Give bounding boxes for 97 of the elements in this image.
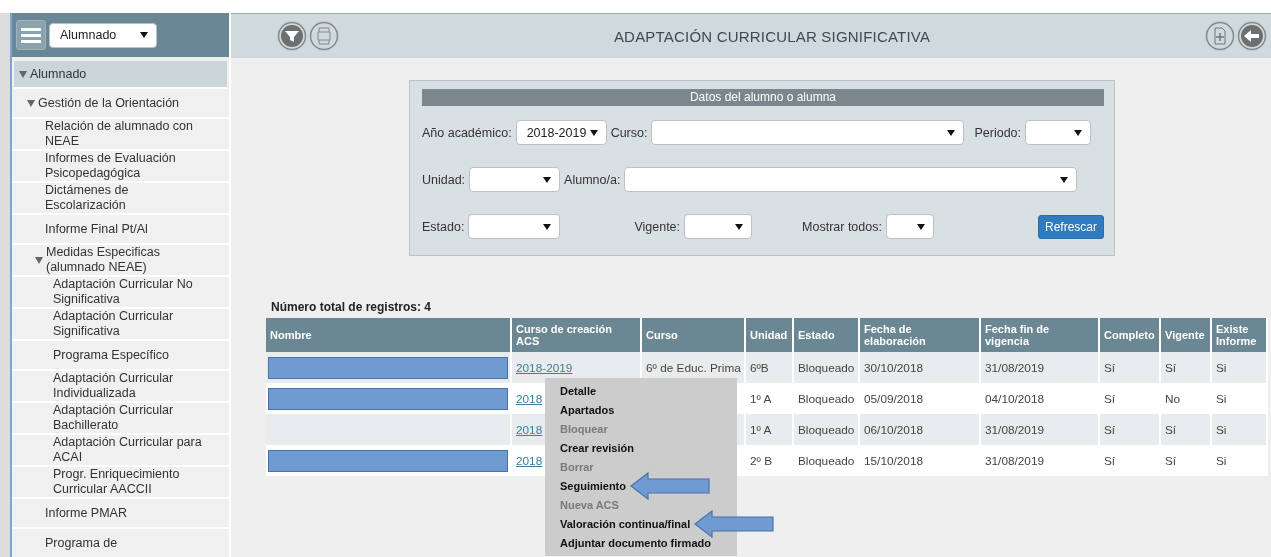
table-cell: 1º A (750, 422, 772, 437)
caret-icon (543, 223, 552, 230)
menu-item[interactable]: Seguimiento (560, 479, 626, 492)
table-cell: Bloqueado (798, 453, 855, 468)
caret-icon (735, 223, 744, 230)
table-cell: 6º de Educ. Prima (646, 360, 741, 375)
table-cell: 31/08/2019 (985, 422, 1045, 437)
sidebar-item[interactable]: Gestión de la Orientación (38, 95, 213, 111)
dropdown[interactable] (651, 120, 965, 145)
column-header: Nombre (266, 318, 511, 352)
field-label: Vigente: (634, 219, 681, 234)
table-cell: Si (1216, 360, 1227, 375)
table-cell: Sí (1165, 360, 1177, 375)
sidebar-item[interactable]: Dictámenes de Escolarización (45, 183, 195, 213)
sidebar-item[interactable]: Adaptación Curricular Significativa (53, 309, 203, 339)
dropdown[interactable] (1025, 120, 1092, 145)
dropdown[interactable]: Alumnado (49, 22, 157, 48)
sidebar-item[interactable]: Medidas Especificas (alumnado NEAE) (46, 245, 196, 275)
column-header: Fecha fin de vigencia (980, 318, 1099, 352)
table-cell: Bloqueado (798, 391, 855, 406)
table-cell: Bloqueado (798, 360, 855, 375)
course-link[interactable]: 2018 (516, 391, 543, 406)
caret-icon (1060, 176, 1069, 183)
caret-icon (589, 129, 598, 136)
column-header: Unidad (745, 318, 793, 352)
sidebar-item[interactable]: Adaptación Curricular No Significativa (53, 277, 203, 307)
column-header: Vigente (1160, 318, 1211, 352)
table-cell: 06/10/2018 (864, 422, 924, 437)
table-cell: Sí (1104, 391, 1116, 406)
sidebar-item[interactable]: Adaptación Curricular Bachillerato (53, 403, 203, 433)
caret-icon (916, 223, 925, 230)
field-label: Alumno/a: (564, 172, 621, 187)
dropdown[interactable]: 2018-2019 (515, 120, 607, 145)
menu-button[interactable] (16, 20, 46, 50)
column-header: Curso de creación ACS (511, 318, 641, 352)
column-header: Estado (793, 318, 859, 352)
table-cell: 15/10/2018 (864, 453, 924, 468)
menu-item[interactable]: Detalle (560, 384, 597, 397)
table-cell: Sí (1104, 453, 1116, 468)
caret-icon (947, 129, 956, 136)
column-header: Fecha de elaboración (859, 318, 980, 352)
field-label: Año académico: (422, 125, 512, 140)
sidebar-item[interactable]: Adaptación Curricular para ACAI (53, 435, 203, 465)
table-cell: Sí (1165, 453, 1177, 468)
sidebar-item[interactable]: Informe PMAR (45, 505, 195, 521)
dropdown[interactable] (624, 167, 1078, 192)
sidebar-item[interactable]: Adaptación Curricular Individualizada (53, 371, 203, 401)
table-cell: Sí (1104, 360, 1116, 375)
sidebar-item[interactable]: Programa Específico (53, 347, 203, 363)
table-cell: 05/09/2018 (864, 391, 924, 406)
dropdown[interactable] (684, 214, 753, 239)
caret-icon (543, 176, 552, 183)
table-cell: No (1165, 391, 1181, 406)
sidebar-item[interactable]: Informe Final Pt/Al (45, 221, 195, 237)
table-cell: Si (1216, 391, 1227, 406)
menu-item[interactable]: Apartados (560, 403, 615, 416)
menu-item[interactable]: Crear revisión (560, 441, 634, 454)
column-header: Existe Informe (1211, 318, 1267, 352)
table-cell: Sí (1104, 422, 1116, 437)
dropdown[interactable] (468, 214, 561, 239)
menu-item[interactable]: Adjuntar documento firmado (560, 536, 711, 549)
table-cell: 04/10/2018 (985, 391, 1045, 406)
menu-item[interactable]: Valoración continua/final (560, 517, 691, 530)
table-cell: Si (1216, 453, 1227, 468)
field-label: Unidad: (422, 172, 466, 187)
table-cell: 31/08/2019 (985, 360, 1045, 375)
course-link[interactable]: 2018 (516, 422, 543, 437)
column-header: Completo (1099, 318, 1160, 352)
course-link[interactable]: 2018 (516, 453, 543, 468)
field-label: Periodo: (974, 125, 1022, 140)
table-cell: Sí (1165, 422, 1177, 437)
page-title: ADAPTACIÓN CURRICULAR SIGNIFICATIVA (612, 27, 932, 45)
table-cell: Si (1216, 422, 1227, 437)
caret-icon (1074, 129, 1083, 136)
refresh-button[interactable]: Refrescar (1038, 214, 1104, 239)
sidebar-item[interactable]: Informes de Evaluación Psicopedagógica (45, 151, 195, 181)
table-cell: 2º B (750, 453, 772, 468)
table-cell: Bloqueado (798, 422, 855, 437)
record-count: Número total de registros: 4 (271, 300, 433, 314)
field-label: Estado: (422, 219, 465, 234)
table-cell: 1º A (750, 391, 772, 406)
panel-header: Datos del alumno o alumna (422, 89, 1104, 106)
document-icon[interactable] (309, 21, 339, 51)
caret-icon (140, 32, 148, 38)
field-label: Curso: (610, 125, 648, 140)
table-cell: 30/10/2018 (864, 360, 924, 375)
field-label: Mostrar todos: (802, 219, 882, 234)
sidebar-item[interactable]: Progr. Enriquecimiento Curricular AACCII (53, 467, 203, 497)
sidebar-item[interactable]: Programa de (45, 535, 195, 551)
dropdown[interactable] (469, 167, 561, 192)
filter-icon[interactable] (277, 21, 307, 51)
new-document-icon[interactable] (1205, 21, 1235, 51)
table-cell: 31/08/2019 (985, 453, 1045, 468)
sidebar-item[interactable]: Relación de alumnado con NEAE (45, 119, 195, 149)
column-header: Curso (641, 318, 745, 352)
dropdown[interactable] (885, 214, 934, 239)
table-cell: 6ºB (750, 360, 769, 375)
